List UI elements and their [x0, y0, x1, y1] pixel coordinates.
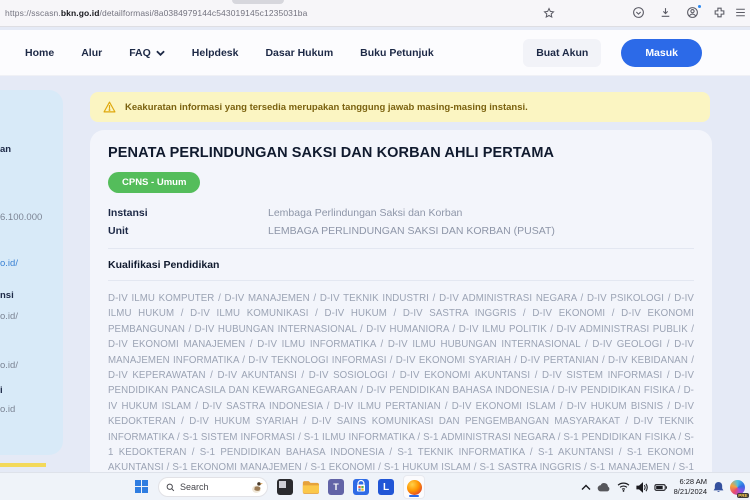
- chevron-down-icon: [156, 50, 165, 56]
- unit-row: Unit LEMBAGA PERLINDUNGAN SAKSI DAN KORB…: [108, 225, 694, 237]
- instansi-value: Lembaga Perlindungan Saksi dan Korban: [268, 207, 462, 219]
- firefox-icon[interactable]: [403, 475, 425, 499]
- tray-chevron-up-icon[interactable]: [581, 484, 591, 491]
- search-highlight-bird-image: [249, 480, 264, 494]
- onedrive-icon[interactable]: [597, 482, 611, 492]
- browser-tab[interactable]: [232, 0, 284, 4]
- notification-bell-icon[interactable]: [713, 481, 724, 493]
- windows-taskbar: Search T L 6:28 AM 8/21/2024 PRE: [0, 472, 750, 500]
- status-badge: CPNS - Umum: [108, 172, 200, 193]
- warning-icon: [103, 101, 116, 113]
- url-path: /detailformasi/8a0384979144c543019145c12…: [100, 8, 308, 18]
- nav-item-buku-petunjuk[interactable]: Buku Petunjuk: [360, 47, 434, 59]
- instansi-label: Instansi: [108, 207, 268, 219]
- pocket-icon[interactable]: [631, 5, 646, 20]
- kualifikasi-section-title: Kualifikasi Pendidikan: [108, 259, 694, 281]
- nav-item-dasar-hukum[interactable]: Dasar Hukum: [265, 47, 333, 59]
- extensions-icon[interactable]: [712, 5, 727, 20]
- panel-fragment: o.id: [0, 404, 15, 415]
- panel-fragment: o.id/: [0, 311, 18, 322]
- search-icon: [166, 483, 175, 492]
- nav-item-faq[interactable]: FAQ: [129, 47, 165, 59]
- l-app-icon[interactable]: L: [378, 479, 394, 495]
- volume-icon[interactable]: [636, 482, 648, 493]
- instansi-row: Instansi Lembaga Perlindungan Saksi dan …: [108, 207, 694, 219]
- buat-akun-button[interactable]: Buat Akun: [523, 39, 601, 67]
- nav-item-helpdesk[interactable]: Helpdesk: [192, 47, 239, 59]
- nav-item-home[interactable]: Home: [25, 47, 54, 59]
- nav-item-alur[interactable]: Alur: [81, 47, 102, 59]
- teams-icon[interactable]: T: [328, 479, 344, 495]
- url-domain: bkn.go.id: [61, 8, 100, 18]
- job-detail-card: PENATA PERLINDUNGAN SAKSI DAN KORBAN AHL…: [90, 130, 712, 472]
- clock-time: 6:28 AM: [674, 477, 707, 487]
- panel-fragment: i: [0, 385, 3, 396]
- search-placeholder: Search: [180, 482, 244, 492]
- background-yellow-element: [0, 463, 46, 467]
- bookmark-star-icon[interactable]: [541, 5, 556, 20]
- panel-fragment: o.id/: [0, 360, 18, 371]
- disclaimer-banner: Keakuratan informasi yang tersedia merup…: [90, 92, 710, 122]
- site-navbar: Home Alur FAQ Helpdesk Dasar Hukum Buku …: [0, 30, 750, 76]
- clock-date: 8/21/2024: [674, 487, 707, 497]
- downloads-icon[interactable]: [658, 5, 673, 20]
- masuk-button[interactable]: Masuk: [621, 39, 702, 67]
- kualifikasi-section: Kualifikasi Pendidikan D-IV ILMU KOMPUTE…: [108, 248, 694, 491]
- file-explorer-icon[interactable]: [302, 480, 319, 495]
- battery-icon[interactable]: [654, 483, 668, 492]
- panel-fragment: nsi: [0, 290, 14, 301]
- start-button[interactable]: [135, 480, 149, 494]
- page-title: PENATA PERLINDUNGAN SAKSI DAN KORBAN AHL…: [108, 145, 694, 161]
- panel-fragment-link[interactable]: o.id/: [0, 258, 18, 269]
- dark-app-icon[interactable]: [277, 479, 293, 495]
- panel-fragment-salary: 6.100.000: [0, 212, 42, 223]
- kualifikasi-text: D-IV ILMU KOMPUTER / D-IV MANAJEMEN / D-…: [108, 291, 694, 491]
- unit-value: LEMBAGA PERLINDUNGAN SAKSI DAN KORBAN (P…: [268, 225, 555, 237]
- account-icon[interactable]: [685, 5, 700, 20]
- active-app-indicator: [409, 495, 419, 498]
- url-prefix: https://sscasn.: [5, 8, 61, 18]
- browser-toolbar: https://sscasn.bkn.go.id/detailformasi/8…: [0, 0, 750, 27]
- taskbar-search[interactable]: Search: [158, 477, 268, 497]
- copilot-icon[interactable]: PRE: [730, 480, 745, 495]
- menu-icon[interactable]: [733, 5, 748, 20]
- wifi-icon[interactable]: [617, 482, 630, 492]
- background-info-panel: an 6.100.000 o.id/ nsi o.id/ o.id/ i o.i…: [0, 90, 63, 455]
- url-bar[interactable]: https://sscasn.bkn.go.id/detailformasi/8…: [5, 8, 307, 18]
- taskbar-clock[interactable]: 6:28 AM 8/21/2024: [674, 477, 707, 497]
- account-notification-dot: [697, 4, 702, 9]
- disclaimer-text: Keakuratan informasi yang tersedia merup…: [125, 102, 528, 113]
- panel-fragment: an: [0, 144, 11, 155]
- copilot-pre-badge: PRE: [737, 493, 749, 498]
- store-icon[interactable]: [353, 479, 369, 495]
- unit-label: Unit: [108, 225, 268, 237]
